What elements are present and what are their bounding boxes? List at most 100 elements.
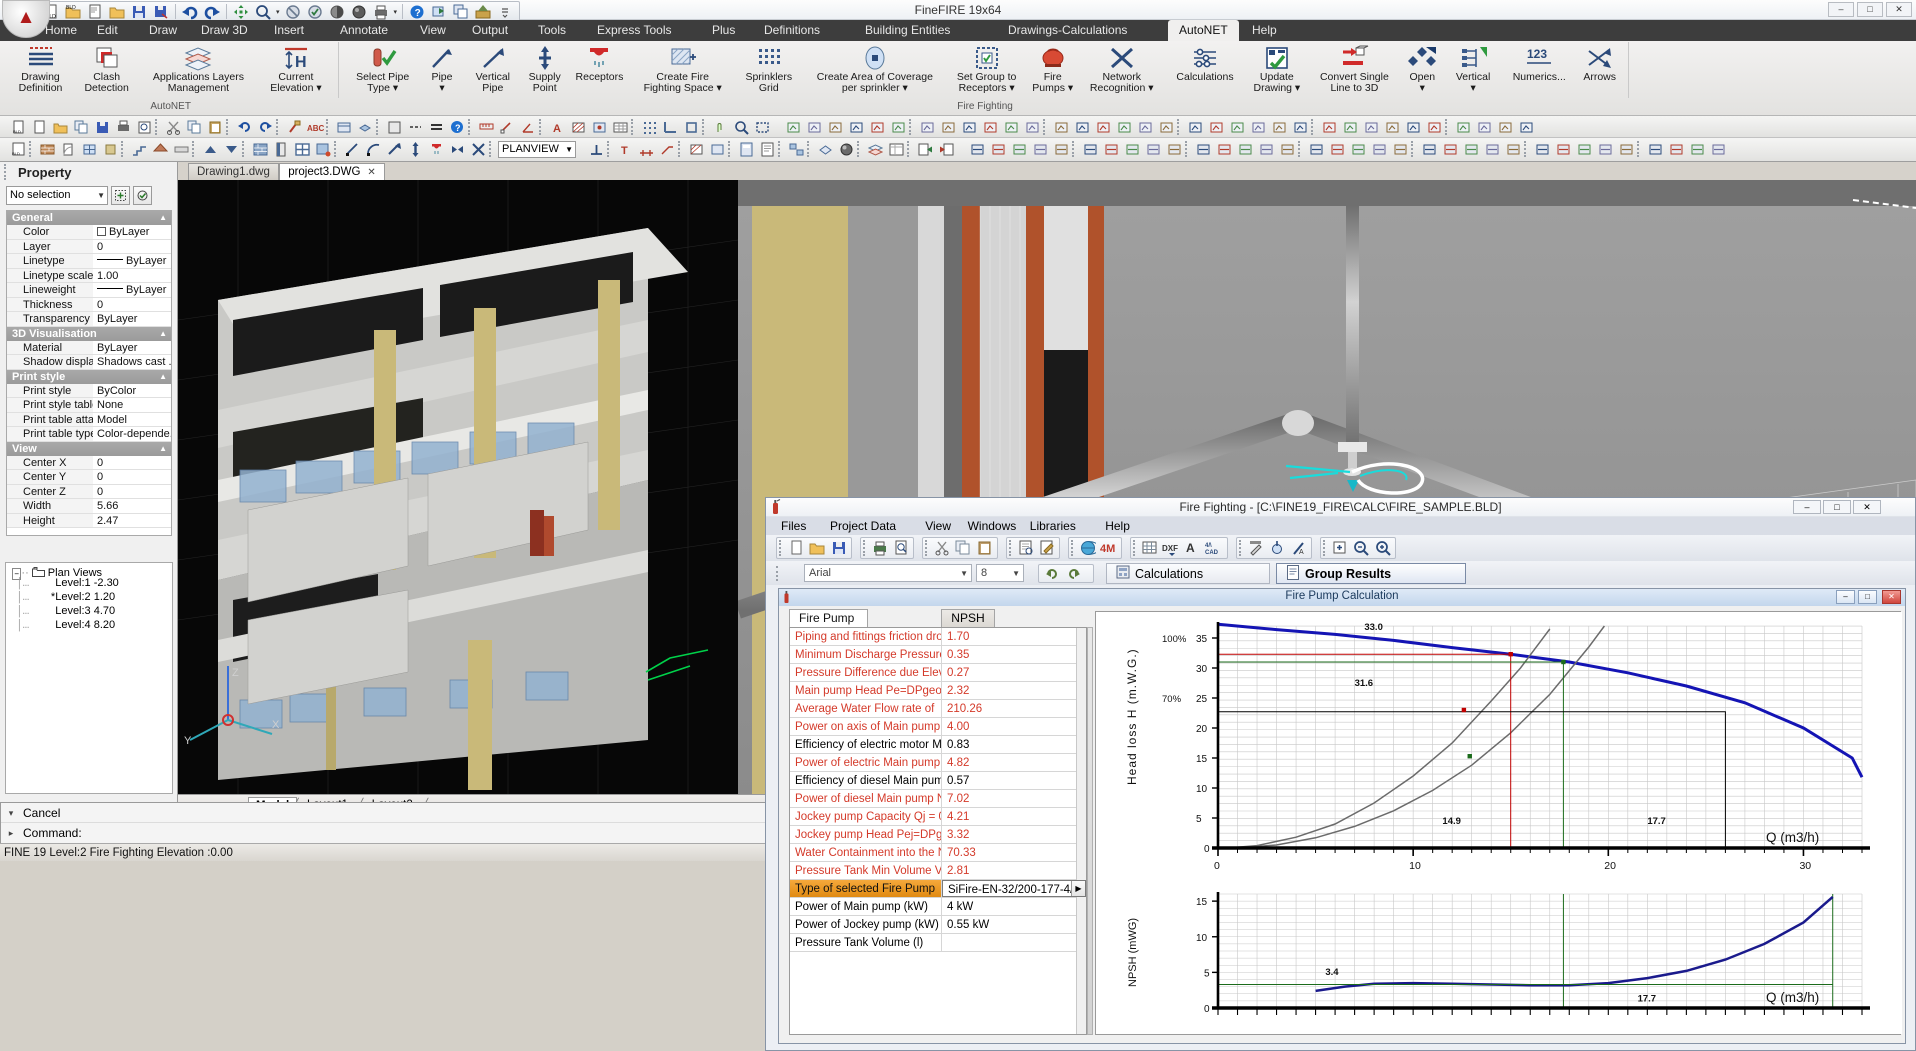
row1-tool-af-icon[interactable] bbox=[1474, 118, 1494, 136]
fire-dialog-close[interactable]: ✕ bbox=[1853, 500, 1881, 514]
fill-icon[interactable] bbox=[313, 140, 333, 158]
tool-i-icon[interactable] bbox=[1143, 140, 1163, 158]
command-prompt-row[interactable]: ▸ Command: bbox=[1, 823, 769, 843]
ribbon-button-vertical-pipe[interactable]: VerticalPipe bbox=[464, 44, 522, 98]
render2-icon[interactable] bbox=[836, 140, 856, 158]
linetype-icon[interactable] bbox=[405, 118, 425, 136]
row1-tool-ae-icon[interactable] bbox=[1453, 118, 1473, 136]
tool-s-icon[interactable] bbox=[1369, 140, 1389, 158]
plan-view-item-4[interactable]: │…Level:4 8.20 bbox=[6, 618, 172, 632]
fire-menu-help[interactable]: Help bbox=[1098, 518, 1137, 534]
ribbon-button-convert-single-line[interactable]: Convert SingleLine to 3D bbox=[1308, 44, 1400, 98]
grid-icon[interactable] bbox=[1140, 539, 1161, 558]
tool-p-icon[interactable] bbox=[1306, 140, 1326, 158]
layer-mgr-icon[interactable] bbox=[334, 118, 354, 136]
abc-icon[interactable]: ABC bbox=[305, 118, 325, 136]
fire-menu-libraries[interactable]: Libraries bbox=[1023, 518, 1083, 534]
row1-tool-ah-icon[interactable] bbox=[1516, 118, 1536, 136]
block2-icon[interactable] bbox=[707, 140, 727, 158]
row-value[interactable]: 2.81 bbox=[942, 862, 1086, 879]
row1-tool-ab-icon[interactable] bbox=[1382, 118, 1402, 136]
window-icon[interactable] bbox=[79, 140, 99, 158]
property-value[interactable]: 5.66 bbox=[93, 499, 171, 513]
zoomwin-icon[interactable] bbox=[752, 118, 772, 136]
group-results-button[interactable]: Group Results bbox=[1276, 563, 1466, 584]
row1-tool-h-icon[interactable] bbox=[938, 118, 958, 136]
tool-f-icon[interactable] bbox=[1080, 140, 1100, 158]
row1-tool-e-icon[interactable] bbox=[867, 118, 887, 136]
overflow-icon[interactable] bbox=[495, 3, 515, 21]
tool-c-icon[interactable] bbox=[1009, 140, 1029, 158]
color-icon[interactable] bbox=[384, 118, 404, 136]
print-icon[interactable] bbox=[870, 539, 890, 558]
redo-icon[interactable] bbox=[1063, 564, 1084, 583]
toolbar-grip[interactable] bbox=[1239, 540, 1244, 556]
zoom-find-icon[interactable] bbox=[1351, 539, 1371, 558]
property-value[interactable]: 0 bbox=[93, 240, 171, 254]
row1-tool-a-icon[interactable] bbox=[783, 118, 803, 136]
view-selector-combo[interactable]: PLANVIEW ▼ bbox=[498, 141, 576, 158]
row1-tool-o-icon[interactable] bbox=[1093, 118, 1113, 136]
elev-icon[interactable] bbox=[586, 140, 606, 158]
undo2-icon[interactable] bbox=[234, 118, 254, 136]
sprinkler-icon[interactable] bbox=[426, 140, 446, 158]
window2-icon[interactable] bbox=[292, 140, 312, 158]
valve-icon[interactable] bbox=[447, 140, 467, 158]
undo-icon[interactable] bbox=[180, 3, 200, 21]
close-icon[interactable]: ✕ bbox=[367, 167, 375, 178]
leader-icon[interactable] bbox=[657, 140, 677, 158]
plan-views-tree[interactable]: –·· Plan Views│…Level:1 -2.30│…*Level:2 … bbox=[5, 562, 173, 794]
shade-icon[interactable] bbox=[327, 3, 347, 21]
chevron-up-icon[interactable]: ▲ bbox=[159, 442, 167, 456]
ribbon-tab-express-tools[interactable]: Express Tools bbox=[586, 20, 682, 41]
row-value[interactable] bbox=[942, 934, 1086, 951]
plan-view-item-3[interactable]: │…Level:3 4.70 bbox=[6, 604, 172, 618]
ribbon-button-calculations[interactable]: Calculations bbox=[1165, 44, 1245, 98]
open-folder-icon[interactable] bbox=[807, 539, 827, 558]
toolbar-grip[interactable] bbox=[863, 540, 868, 556]
property-value[interactable]: ByColor bbox=[93, 384, 171, 398]
row1-tool-s-icon[interactable] bbox=[1185, 118, 1205, 136]
row-value[interactable]: 210.26 bbox=[942, 700, 1086, 717]
brick-icon[interactable] bbox=[250, 140, 270, 158]
cut-icon[interactable] bbox=[163, 118, 183, 136]
pan-icon[interactable] bbox=[710, 118, 730, 136]
row1-tool-l-icon[interactable] bbox=[1022, 118, 1042, 136]
property-value[interactable]: 0 bbox=[93, 298, 171, 312]
calc2-icon[interactable] bbox=[736, 140, 756, 158]
line-icon[interactable] bbox=[342, 140, 362, 158]
hatch-icon[interactable] bbox=[568, 118, 588, 136]
drawing-tab-2[interactable]: project3.DWG✕ bbox=[279, 163, 385, 180]
row1-tool-ac-icon[interactable] bbox=[1403, 118, 1423, 136]
layer-combo-icon[interactable] bbox=[355, 118, 375, 136]
row-value[interactable]: 4.00 bbox=[942, 718, 1086, 735]
bld-new-icon[interactable]: BLD bbox=[8, 118, 28, 136]
panel-grip[interactable] bbox=[4, 164, 8, 180]
lineweight-icon[interactable] bbox=[426, 118, 446, 136]
fire-pump-tab-1[interactable]: Fire Pump Calculation bbox=[789, 609, 868, 627]
ribbon-button-supply-point[interactable]: SupplyPoint bbox=[522, 44, 568, 98]
row1-tool-ad-icon[interactable] bbox=[1424, 118, 1444, 136]
file-icon[interactable] bbox=[29, 118, 49, 136]
chevron-up-icon[interactable]: ▲ bbox=[159, 211, 167, 225]
tool-q-icon[interactable] bbox=[1327, 140, 1347, 158]
select-objects-button[interactable] bbox=[133, 186, 152, 205]
new-file-icon[interactable] bbox=[85, 3, 105, 21]
row1-tool-i-icon[interactable] bbox=[959, 118, 979, 136]
ribbon-tab-output[interactable]: Output bbox=[461, 20, 519, 41]
door-icon[interactable] bbox=[58, 140, 78, 158]
row1-tool-r-icon[interactable] bbox=[1156, 118, 1176, 136]
tool-v-icon[interactable] bbox=[1440, 140, 1460, 158]
tool-y-icon[interactable] bbox=[1503, 140, 1523, 158]
row1-tool-m-icon[interactable] bbox=[1051, 118, 1071, 136]
column-icon[interactable] bbox=[100, 140, 120, 158]
paste-icon[interactable] bbox=[975, 539, 995, 558]
pipe-tool-icon[interactable]: A bbox=[1289, 539, 1309, 558]
ribbon-button-select-pipe-type[interactable]: Select PipeType ▾ bbox=[345, 44, 420, 98]
redo2-icon[interactable] bbox=[255, 118, 275, 136]
ribbon-button-create-fire-fighting-space[interactable]: Create FireFighting Space ▾ bbox=[631, 44, 734, 98]
row1-tool-n-icon[interactable] bbox=[1072, 118, 1092, 136]
property-group-view[interactable]: View▲ bbox=[7, 442, 171, 456]
row-value[interactable]: 4.21 bbox=[942, 808, 1086, 825]
tool-m-icon[interactable] bbox=[1235, 140, 1255, 158]
